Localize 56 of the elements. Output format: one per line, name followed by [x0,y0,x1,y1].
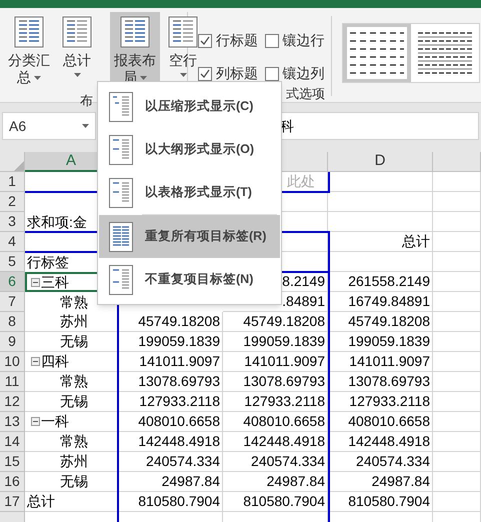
cell-text: 127933.2118 [139,392,220,411]
cell-text: 240574.334 [356,452,430,471]
cell-text: 199059.1839 [243,332,325,351]
checkbox-label: 镶边列 [282,64,324,83]
cell-text: 四科 [41,352,69,371]
cell-text: 三科 [41,272,69,292]
cell-text: 苏州 [59,312,88,331]
cell-text: 16749.84891 [348,292,430,311]
checkbox-label: 列标题 [216,64,258,83]
cell-text: 24987.84 [162,472,220,491]
cell-text: 常熟 [59,432,88,451]
cell-text: 无锡 [59,392,88,411]
cell-text: 无锡 [59,332,88,351]
cell-text: 45749.18208 [138,312,220,331]
cell-text: 24987.84 [266,472,325,491]
checkbox-label: 镶边行 [282,31,324,50]
cell-text: 127933.2118 [244,392,325,411]
group-label: 式选项 [286,85,325,103]
cell-text: 常熟 [59,372,88,391]
cell-text: 无锡 [59,472,88,491]
cell-text: 总计 [26,492,55,511]
cell-text: 求和项:金 [26,212,87,232]
cell-text: 苏州 [59,452,88,471]
cell-text: 45749.18208 [348,312,430,331]
cell-text: 45749.18208 [243,312,325,331]
cell-text: 13078.69793 [138,372,220,391]
checkbox-label: 行标题 [216,31,258,50]
cell-text: 常熟 [59,292,88,312]
cell-text: 行标签 [26,252,69,272]
cell-text: 199059.1839 [348,332,430,351]
cell-text: 199059.1839 [138,332,220,351]
cell-text: 142448.4918 [138,432,220,451]
cell-text: 127933.2118 [349,392,430,411]
cell-text: 810580.7904 [138,492,220,511]
cell-text: 240574.334 [251,452,325,471]
cell-text: 408010.6658 [243,412,325,431]
group-label: 布 [80,92,93,110]
cell-text: 13078.69793 [243,372,325,391]
cell-text: 141011.9097 [244,352,325,371]
cell-text: 总计 [402,232,430,251]
cell-text: 24987.84 [372,472,430,491]
cell-text: 408010.6658 [348,412,430,431]
cell-text: 141011.9097 [139,352,220,371]
cell-text: 261558.2149 [348,272,430,291]
cell-text: 142448.4918 [348,432,430,451]
cell-text: 13078.69793 [348,372,430,391]
cell-text: 141011.9097 [349,352,430,371]
cell-text: .84891 [282,292,325,311]
cell-text: 408010.6658 [138,412,220,431]
cell-text: 810580.7904 [348,492,430,511]
cell-text: 142448.4918 [243,432,325,451]
cell-text: 一科 [41,412,69,431]
cell-text: 240574.334 [146,452,220,471]
cell-text: 810580.7904 [243,492,325,511]
cell-text: 8.2149 [282,272,325,291]
cell-text: 此处 [287,172,316,191]
